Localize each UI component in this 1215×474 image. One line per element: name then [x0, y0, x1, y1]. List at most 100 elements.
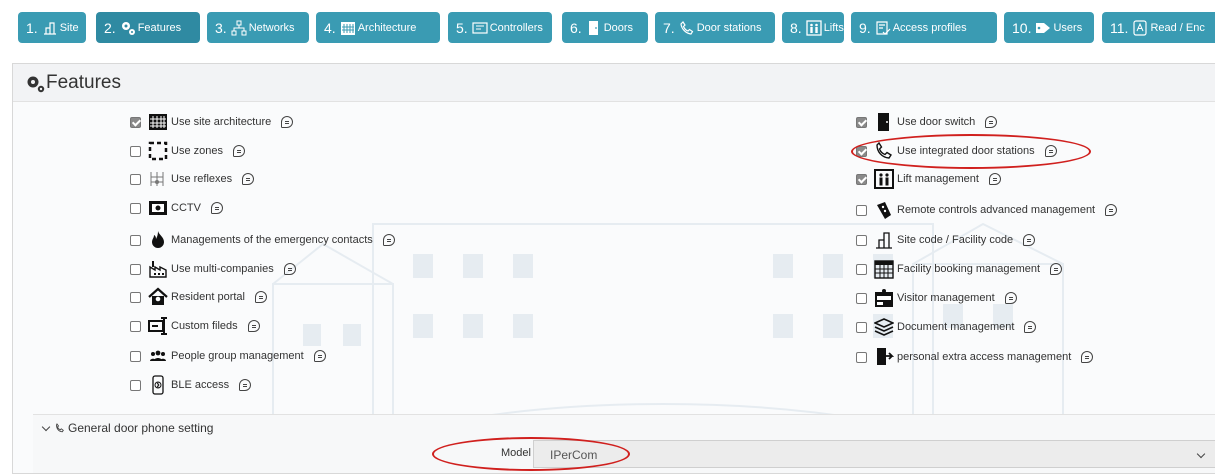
feature-resident-portal: Resident portal [130, 286, 267, 308]
feature-facility-booking: Facility booking management [856, 258, 1063, 280]
site-code-icon [873, 229, 895, 251]
feature-use-reflexes: Use reflexes [130, 168, 255, 190]
help-icon[interactable] [313, 350, 326, 362]
checkbox-use-reflexes[interactable] [130, 173, 141, 185]
checkbox-resident-portal[interactable] [130, 291, 141, 303]
building-icon [147, 111, 169, 133]
feature-document-management: Document management [856, 316, 1037, 338]
controller-icon [472, 19, 488, 37]
checkbox-ble-access[interactable] [130, 379, 141, 391]
help-icon[interactable] [1004, 292, 1017, 304]
help-icon[interactable] [247, 320, 260, 332]
checkbox-personal-extra-access[interactable] [856, 351, 867, 363]
step-doors[interactable]: 6. Doors [562, 12, 648, 43]
cctv-icon [147, 197, 169, 219]
phone-icon [56, 423, 64, 433]
factory-icon [147, 258, 169, 280]
help-icon[interactable] [382, 234, 395, 246]
feature-use-door-switch: Use door switch [856, 111, 998, 133]
feature-cctv: CCTV [130, 197, 223, 219]
fire-icon [147, 229, 169, 251]
checkbox-use-site-architecture[interactable] [130, 116, 141, 128]
documents-icon [873, 316, 895, 338]
panel-title: Features [46, 72, 121, 93]
help-icon[interactable] [255, 291, 267, 303]
step-networks[interactable]: 3. Networks [207, 12, 309, 43]
checkbox-use-door-switch[interactable] [856, 116, 867, 128]
feature-site-code: Site code / Facility code [856, 229, 1036, 251]
checkbox-emergency-contacts[interactable] [130, 234, 141, 246]
door-phone-setting-section: General door phone setting Model IPerCom [33, 414, 1215, 473]
phone-icon [873, 140, 895, 162]
checkbox-document-management[interactable] [856, 321, 867, 333]
step-door-stations[interactable]: 7. Door stations [655, 12, 775, 43]
checkbox-custom-fields[interactable] [130, 320, 141, 332]
help-icon[interactable] [1050, 263, 1063, 275]
help-icon[interactable] [281, 116, 294, 128]
step-controllers[interactable]: 5. Controllers [448, 12, 552, 43]
checkbox-facility-booking[interactable] [856, 263, 867, 275]
door-icon [873, 111, 895, 133]
model-label: Model [501, 447, 531, 459]
step-access-profiles[interactable]: 9. Access profiles [851, 12, 997, 43]
checkbox-site-code[interactable] [856, 234, 867, 246]
custom-field-icon [147, 315, 169, 337]
personal-access-icon [873, 346, 895, 368]
features-panel-header: Features [13, 64, 1215, 102]
help-icon[interactable] [1024, 321, 1037, 333]
feature-ble-access: BLE access [130, 374, 252, 396]
step-site[interactable]: 1. Site [18, 12, 86, 43]
help-icon[interactable] [283, 263, 296, 275]
access-profile-icon [875, 19, 891, 37]
help-icon[interactable] [232, 145, 245, 157]
gears-icon [120, 19, 136, 37]
lift-icon [806, 19, 822, 37]
features-panel: Features Use site architecture Use zones [12, 63, 1215, 474]
feature-multi-companies: Use multi-companies [130, 258, 296, 280]
step-users[interactable]: 10. Users [1004, 12, 1094, 43]
checkbox-cctv[interactable] [130, 202, 141, 214]
checkbox-remote-controls[interactable] [856, 204, 867, 216]
help-icon[interactable] [242, 173, 255, 185]
feature-integrated-door-stations: Use integrated door stations [856, 140, 1057, 162]
chevron-down-icon [1196, 449, 1206, 459]
help-icon[interactable] [1081, 351, 1094, 363]
checkbox-people-group[interactable] [130, 350, 141, 362]
door-icon [586, 19, 602, 37]
feature-emergency-contacts: Managements of the emergency contacts [130, 229, 395, 251]
help-icon[interactable] [239, 379, 252, 391]
reflex-icon [147, 168, 169, 190]
help-icon[interactable] [1023, 234, 1036, 246]
wizard-steps-bar: 1. Site 2. Features 3. Networks 4. Archi… [0, 0, 1215, 55]
help-icon[interactable] [210, 202, 223, 214]
help-icon[interactable] [1044, 145, 1057, 157]
people-group-icon [147, 345, 169, 367]
feature-custom-fields: Custom fileds [130, 315, 260, 337]
model-select[interactable]: IPerCom [533, 440, 1215, 468]
checkbox-lift-management[interactable] [856, 173, 867, 185]
help-icon[interactable] [1105, 204, 1118, 216]
step-lifts[interactable]: 8. Lifts [782, 12, 844, 43]
checkbox-multi-companies[interactable] [130, 263, 141, 275]
step-read-encode[interactable]: 11. Read / Enc [1102, 12, 1215, 43]
feature-lift-management: Lift management [856, 168, 1001, 190]
site-icon [42, 19, 58, 37]
gears-icon [26, 75, 46, 93]
step-features[interactable]: 2. Features [96, 12, 200, 43]
building-icon [340, 19, 356, 37]
door-phone-setting-toggle[interactable]: General door phone setting [41, 421, 213, 435]
checkbox-visitor-management[interactable] [856, 292, 867, 304]
zone-icon [147, 140, 169, 162]
help-icon[interactable] [988, 173, 1001, 185]
visitor-icon [873, 287, 895, 309]
feature-personal-extra-access: personal extra access management [856, 346, 1094, 368]
feature-use-site-architecture: Use site architecture [130, 111, 294, 133]
lift-icon [873, 168, 895, 190]
feature-people-group: People group management [130, 345, 326, 367]
checkbox-use-zones[interactable] [130, 145, 141, 157]
network-icon [231, 19, 247, 37]
reader-icon [1132, 19, 1148, 37]
step-architecture[interactable]: 4. Architecture [316, 12, 440, 43]
help-icon[interactable] [985, 116, 998, 128]
checkbox-integrated-door-stations[interactable] [856, 145, 867, 157]
